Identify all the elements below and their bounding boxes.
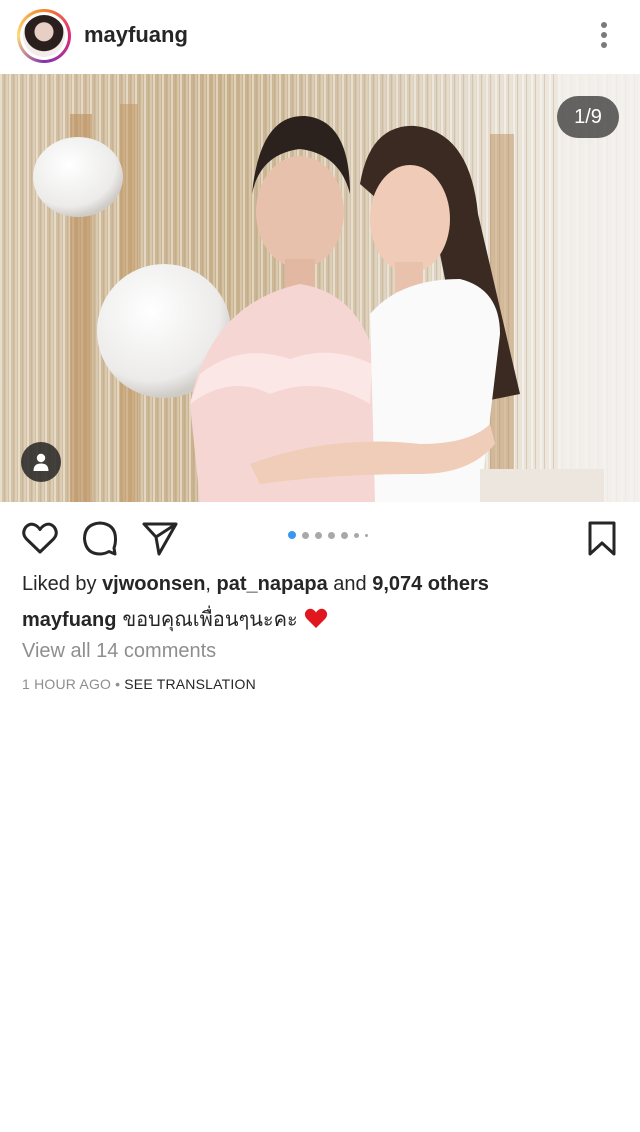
- post-photo[interactable]: 1/9: [0, 74, 640, 502]
- avatar-image: [23, 15, 65, 57]
- view-all-comments-link[interactable]: View all 14 comments: [22, 640, 216, 663]
- post-username[interactable]: mayfuang: [84, 22, 188, 48]
- more-options-icon[interactable]: [594, 22, 614, 52]
- photo-illustration: [0, 74, 640, 502]
- likes-line: Liked by vjwoonsen, pat_napapa and 9,074…: [22, 573, 489, 596]
- person-tag-icon[interactable]: [21, 442, 61, 482]
- carousel-dot: [328, 531, 335, 539]
- liker-username[interactable]: vjwoonsen: [102, 573, 205, 595]
- avatar[interactable]: [17, 9, 71, 63]
- post-meta: 1 HOUR AGO • SEE TRANSLATION: [22, 676, 256, 692]
- carousel-indicator: [288, 530, 374, 540]
- carousel-dot: [315, 531, 322, 539]
- post-header: mayfuang: [0, 0, 640, 74]
- carousel-dot: [365, 533, 368, 537]
- caption: mayfuang ขอบคุณเพื่อนๆนะคะ: [22, 603, 328, 635]
- likes-conjunction: and: [333, 573, 367, 595]
- meta-separator: •: [115, 676, 121, 692]
- heart-icon[interactable]: [20, 518, 60, 558]
- share-icon[interactable]: [140, 518, 180, 558]
- caption-text: ขอบคุณเพื่อนๆนะคะ: [122, 609, 298, 631]
- likes-separator: ,: [205, 573, 211, 595]
- likes-others[interactable]: 9,074 others: [372, 573, 489, 595]
- liker-username[interactable]: pat_napapa: [217, 573, 328, 595]
- carousel-dot: [354, 532, 359, 538]
- carousel-dot: [341, 531, 348, 539]
- bookmark-icon[interactable]: [583, 518, 623, 558]
- avatar-border: [20, 12, 68, 60]
- carousel-dot-active: [288, 531, 296, 539]
- comment-icon[interactable]: [80, 518, 120, 558]
- post-time: 1 HOUR AGO: [22, 676, 112, 692]
- see-translation-link[interactable]: SEE TRANSLATION: [124, 676, 256, 692]
- carousel-counter: 1/9: [557, 96, 619, 138]
- red-heart-emoji: [304, 607, 328, 635]
- carousel-dot: [302, 531, 309, 539]
- likes-prefix: Liked by: [22, 573, 97, 595]
- caption-username[interactable]: mayfuang: [22, 609, 116, 631]
